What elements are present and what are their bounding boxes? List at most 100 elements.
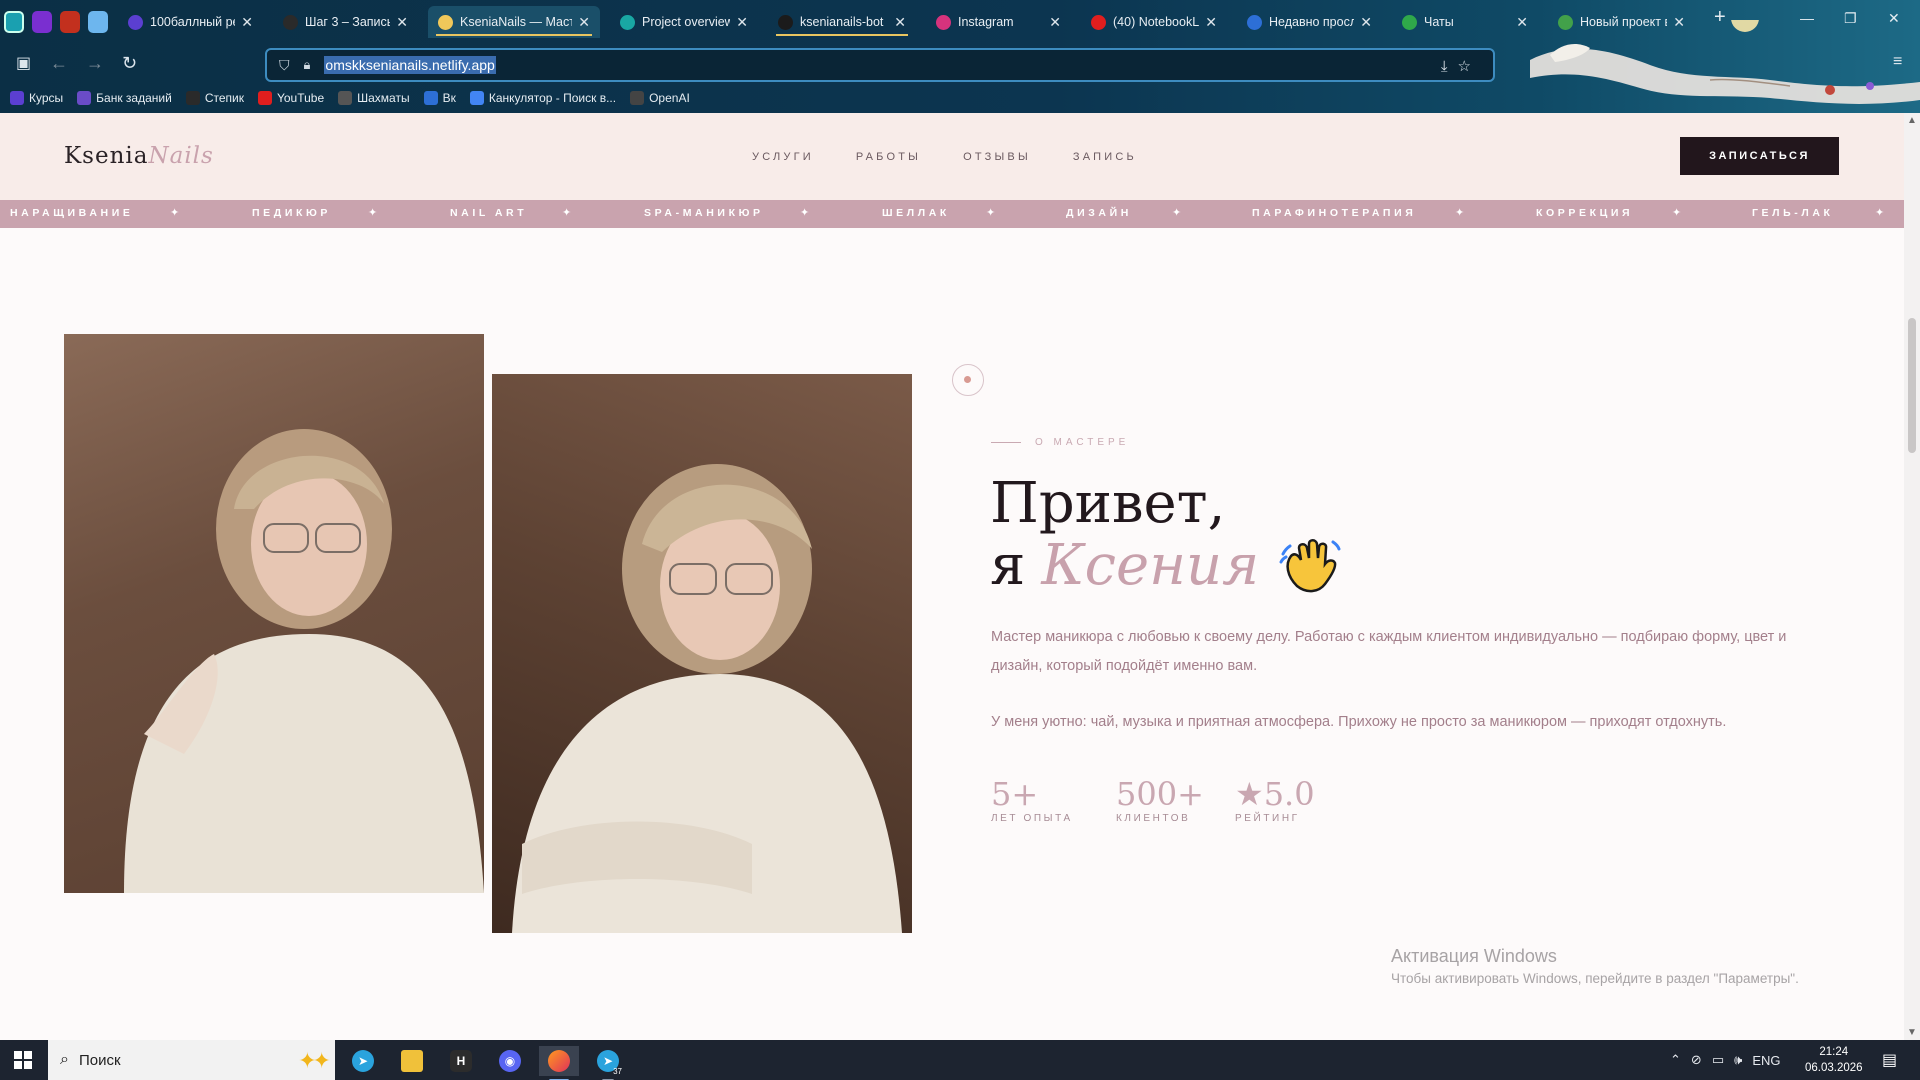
windows-taskbar: ⌕ Поиск ✦✦ ➤ H ◉ ➤ 37 ⌃ ⊘ ▭ 🕪︎ ENG 21:24… bbox=[0, 1040, 1920, 1080]
pinned-tab-icon[interactable] bbox=[32, 11, 52, 33]
reload-icon[interactable]: ↻ bbox=[122, 53, 137, 74]
browser-chrome: 100баллный репетитор✕ Шаг 3 – Запись, кли… bbox=[0, 0, 1920, 113]
marquee-item: ПЕДИКЮР bbox=[252, 207, 332, 219]
browser-tab[interactable]: KseniaNails — Мастер маникюра ✕ bbox=[428, 6, 600, 38]
greeting-line-2: я Ксения bbox=[990, 533, 1343, 598]
bookmark-label: YouTube bbox=[276, 91, 325, 105]
url-text[interactable]: omskksenianails.netlify.app bbox=[324, 56, 496, 74]
site-icon bbox=[438, 14, 453, 30]
shield-icon[interactable]: ⛉ bbox=[279, 57, 290, 74]
site-logo[interactable]: KseniaNails bbox=[64, 143, 214, 169]
nav-link-works[interactable]: РАБОТЫ bbox=[856, 151, 921, 163]
bookmark-item[interactable]: Курсы bbox=[10, 91, 63, 105]
book-button[interactable]: ЗАПИСАТЬСЯ bbox=[1680, 137, 1839, 175]
sparkle-icon: ✦✦ bbox=[298, 1048, 331, 1073]
bookmark-item[interactable]: OpenAI bbox=[630, 91, 690, 105]
bookmark-star-icon[interactable]: ☆ bbox=[1458, 58, 1481, 75]
close-tab-icon[interactable]: ✕ bbox=[736, 14, 748, 31]
bookmark-item[interactable]: Вк bbox=[423, 91, 456, 105]
bookmark-item[interactable]: Банк заданий bbox=[77, 91, 172, 105]
marquee-star-icon: ✦ bbox=[800, 207, 810, 219]
close-tab-icon[interactable]: ✕ bbox=[241, 14, 253, 31]
volume-icon[interactable]: 🕪︎ bbox=[1734, 1052, 1742, 1068]
stepik-icon bbox=[283, 14, 298, 30]
address-bar[interactable]: ⛉ 🔒︎ omskksenianails.netlify.app ⤓☆ bbox=[265, 48, 1495, 82]
page-scrollbar[interactable]: ▲ ▼ bbox=[1904, 113, 1920, 1040]
tab-label: KseniaNails — Мастер маникюра bbox=[460, 15, 573, 29]
file-explorer-icon[interactable] bbox=[392, 1046, 432, 1076]
pinned-tab-icon[interactable] bbox=[60, 11, 80, 33]
address-bar-actions[interactable]: ⤓☆ bbox=[1441, 57, 1481, 75]
bookmark-label: OpenAI bbox=[649, 91, 690, 105]
back-icon[interactable]: ← bbox=[50, 53, 68, 74]
pinned-tab-icon[interactable] bbox=[88, 11, 108, 33]
github-icon bbox=[778, 14, 793, 30]
marquee-item: ПАРАФИНОТЕРАПИЯ bbox=[1252, 207, 1417, 219]
close-tab-icon[interactable]: ✕ bbox=[396, 14, 408, 31]
display-icon[interactable]: ▭ bbox=[1712, 1052, 1724, 1068]
stat-label: РЕЙТИНГ bbox=[1235, 813, 1300, 824]
notifications-icon[interactable]: ▤ bbox=[1882, 1050, 1897, 1070]
firefox-icon[interactable] bbox=[539, 1046, 579, 1080]
ege-icon bbox=[77, 91, 92, 105]
close-tab-icon[interactable]: ✕ bbox=[578, 14, 590, 31]
marquee-star-icon: ✦ bbox=[368, 207, 378, 219]
scroll-down-icon[interactable]: ▼ bbox=[1907, 1027, 1917, 1038]
stepik-icon bbox=[185, 91, 200, 105]
browser-tab[interactable]: Недавно прослушанные ✕ bbox=[1237, 6, 1382, 38]
nav-link-services[interactable]: УСЛУГИ bbox=[752, 151, 814, 163]
close-tab-icon[interactable]: ✕ bbox=[894, 14, 906, 31]
site-header: KseniaNails УСЛУГИ РАБОТЫ ОТЗЫВЫ ЗАПИСЬ … bbox=[0, 113, 1904, 200]
bookmark-label: Степик bbox=[204, 91, 244, 105]
about-paragraph-2: У меня уютно: чай, музыка и приятная атм… bbox=[991, 714, 1727, 730]
windows-activation-watermark: Активация Windows Чтобы активировать Win… bbox=[1391, 946, 1799, 986]
browser-tab[interactable]: Project overview | Netlify ✕ bbox=[610, 6, 758, 38]
download-icon[interactable]: ⤓ bbox=[1441, 58, 1458, 75]
close-tab-icon[interactable]: ✕ bbox=[1516, 14, 1528, 31]
windows-start-icon[interactable] bbox=[14, 1051, 32, 1069]
pinned-tab-icon[interactable] bbox=[4, 11, 24, 33]
youtube-icon bbox=[257, 91, 272, 105]
browser-tab[interactable]: ksenianails-bot ✕ bbox=[768, 6, 916, 38]
stat-value: ★5.0 bbox=[1235, 775, 1315, 813]
bookmark-label: Канкулятор - Поиск в... bbox=[488, 91, 617, 105]
bookmark-item[interactable]: Канкулятор - Поиск в... bbox=[469, 91, 617, 105]
browser-tab[interactable]: (40) NotebookLM ✕ bbox=[1081, 6, 1227, 38]
master-photo-1 bbox=[64, 334, 484, 893]
close-tab-icon[interactable]: ✕ bbox=[1205, 14, 1217, 31]
bookmark-item[interactable]: YouTube bbox=[257, 91, 325, 105]
close-tab-icon[interactable]: ✕ bbox=[1360, 14, 1372, 31]
nav-link-booking[interactable]: ЗАПИСЬ bbox=[1073, 151, 1137, 163]
language-indicator[interactable]: ENG bbox=[1752, 1053, 1780, 1068]
marquee-star-icon: ✦ bbox=[1672, 207, 1682, 219]
bookmark-item[interactable]: Шахматы bbox=[338, 91, 410, 105]
discord-icon[interactable]: ◉ bbox=[490, 1046, 530, 1076]
greeting-prefix: я bbox=[990, 533, 1026, 598]
chevron-up-icon[interactable]: ⌃ bbox=[1670, 1052, 1681, 1068]
network-off-icon[interactable]: ⊘ bbox=[1691, 1052, 1702, 1068]
telegram-app-icon[interactable]: ➤ bbox=[343, 1046, 383, 1076]
tab-label: Project overview | Netlify bbox=[642, 15, 731, 29]
stat-experience: 5+ ЛЕТ ОПЫТА bbox=[991, 775, 1073, 824]
clock[interactable]: 21:24 06.03.2026 bbox=[1805, 1044, 1863, 1076]
nav-link-reviews[interactable]: ОТЗЫВЫ bbox=[963, 151, 1031, 163]
browser-tab[interactable]: 100баллный репетитор ✕ bbox=[118, 6, 263, 38]
100-icon bbox=[10, 91, 24, 105]
browser-tab[interactable]: Instagram ✕ bbox=[926, 6, 1071, 38]
scroll-up-icon[interactable]: ▲ bbox=[1907, 115, 1917, 126]
bookmark-item[interactable]: Степик bbox=[185, 91, 244, 105]
close-tab-icon[interactable]: ✕ bbox=[1049, 14, 1061, 31]
telegram-badge: 37 bbox=[613, 1067, 622, 1076]
greeting-name: Ксения bbox=[1041, 533, 1260, 598]
telegram-desktop-icon[interactable]: ➤ 37 bbox=[588, 1046, 628, 1080]
forward-icon[interactable]: → bbox=[86, 53, 104, 74]
lock-icon[interactable]: 🔒︎ bbox=[304, 57, 311, 73]
browser-tab[interactable]: Чаты ✕ bbox=[1392, 6, 1538, 38]
browser-tab[interactable]: Шаг 3 – Запись, клиенты ✕ bbox=[273, 6, 418, 38]
scrollbar-thumb[interactable] bbox=[1908, 318, 1916, 453]
taskbar-search[interactable]: ⌕ Поиск ✦✦ bbox=[48, 1040, 335, 1080]
watermark-subtitle: Чтобы активировать Windows, перейдите в … bbox=[1391, 971, 1799, 986]
notepad-app-icon[interactable]: H bbox=[441, 1046, 481, 1076]
marquee-item: КОРРЕКЦИЯ bbox=[1536, 207, 1634, 219]
sidebar-toggle-icon[interactable]: ▣ bbox=[16, 53, 31, 73]
